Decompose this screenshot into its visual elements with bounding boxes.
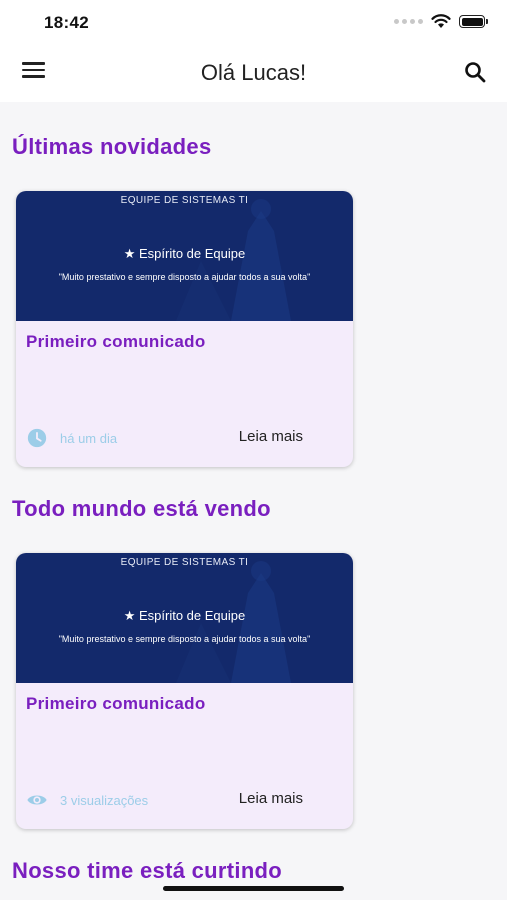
- app-bar: Olá Lucas!: [0, 44, 507, 102]
- banner-header: EQUIPE DE SISTEMAS TI: [120, 195, 249, 206]
- page-title: Olá Lucas!: [200, 60, 307, 85]
- card-title: Primeiro comunicado: [26, 332, 206, 351]
- card-banner-image: EQUIPE DE SISTEMAS TI ★ Espírito de Equi…: [16, 191, 353, 321]
- banner-quote: "Muito prestativo e sempre disposto a aj…: [58, 272, 311, 282]
- wifi-icon: [431, 14, 451, 28]
- card-meta-text: 3 visualizações: [60, 792, 149, 808]
- clock-icon: [27, 428, 47, 448]
- banner-award: ★ Espírito de Equipe: [123, 608, 246, 623]
- card-title: Primeiro comunicado: [26, 694, 206, 713]
- card-meta: 3 visualizações: [26, 789, 148, 811]
- news-card[interactable]: EQUIPE DE SISTEMAS TI ★ Espírito de Equi…: [16, 553, 353, 829]
- section-title-trending: Todo mundo está vendo: [12, 496, 271, 521]
- section-title-latest-news: Últimas novidades: [12, 134, 212, 159]
- banner-header: EQUIPE DE SISTEMAS TI: [120, 557, 249, 568]
- search-icon: [465, 62, 486, 83]
- banner-award: ★ Espírito de Equipe: [123, 246, 246, 261]
- battery-icon: [459, 15, 488, 28]
- read-more-button[interactable]: Leia mais: [239, 790, 303, 807]
- card-banner-image: EQUIPE DE SISTEMAS TI ★ Espírito de Equi…: [16, 553, 353, 683]
- section-title-team-likes: Nosso time está curtindo: [12, 858, 283, 883]
- read-more-button[interactable]: Leia mais: [239, 428, 303, 445]
- status-icons: [394, 14, 488, 29]
- signal-icon: [394, 19, 423, 24]
- banner-quote: "Muito prestativo e sempre disposto a aj…: [58, 634, 311, 644]
- card-meta-text: há um dia: [60, 430, 118, 446]
- status-bar: 18:42: [0, 0, 507, 44]
- search-button[interactable]: [463, 60, 489, 86]
- status-time: 18:42: [44, 13, 89, 32]
- home-indicator: [163, 886, 344, 891]
- news-card[interactable]: EQUIPE DE SISTEMAS TI ★ Espírito de Equi…: [16, 191, 353, 467]
- eye-icon: [27, 795, 47, 805]
- card-meta: há um dia: [26, 427, 117, 449]
